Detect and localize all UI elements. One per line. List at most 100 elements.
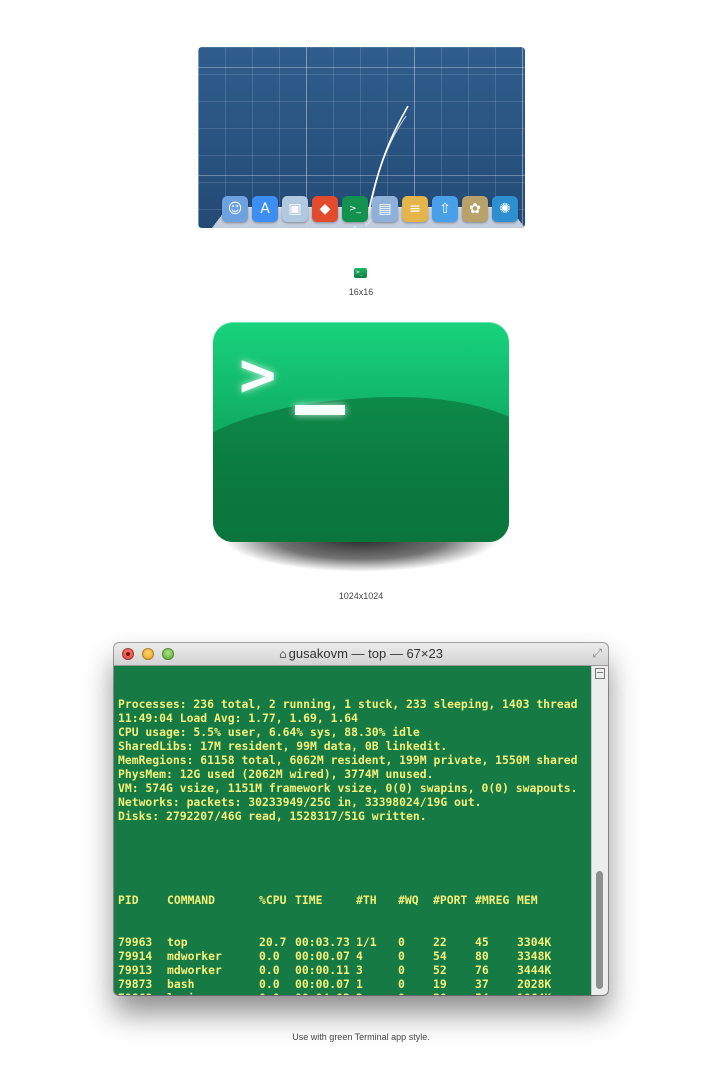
column-header: #TH	[356, 893, 377, 907]
column-header: MEM	[517, 893, 538, 907]
column-header: COMMAND	[167, 893, 216, 907]
summary-line: VM: 574G vsize, 1151M framework vsize, 0…	[118, 781, 578, 795]
process-cell: 4	[356, 949, 363, 963]
summary-line: CPU usage: 5.5% user, 6.64% sys, 88.30% …	[118, 725, 420, 739]
process-cell: 00:00.07	[295, 949, 350, 963]
small-icon-size-label: 16x16	[348, 287, 374, 297]
terminal-output[interactable]: Processes: 236 total, 2 running, 1 stuck…	[114, 666, 592, 995]
database-icon[interactable]: ≡	[402, 196, 428, 222]
process-cell: 0.0	[259, 949, 280, 963]
process-cell: login	[167, 991, 259, 995]
process-cell: 20.7	[259, 935, 287, 949]
process-row: 79963 top 20.7 00:03.73 1/1 0 22 45 3304K	[118, 935, 592, 949]
process-cell: 00:00.11	[295, 963, 350, 977]
scroll-thumb[interactable]	[596, 871, 603, 989]
process-cell: 79914	[118, 949, 153, 963]
process-cell: 19	[433, 977, 447, 991]
summary-line: PhysMem: 12G used (2062M wired), 3774M u…	[118, 767, 434, 781]
process-cell: 54	[475, 991, 517, 995]
sourcetree-icon[interactable]: ✺	[492, 196, 518, 222]
split-pane-icon[interactable]	[595, 668, 605, 679]
process-row: 79914 mdworker 0.0 00:00.07 4 0 54 80 3348K	[118, 949, 592, 963]
process-cell: 79868	[118, 991, 167, 995]
process-row: 79868login0.000:04.022030541064K	[118, 991, 592, 995]
process-cell: 1/1	[356, 935, 377, 949]
window-title: ⌂ gusakovm — top — 67×23	[114, 646, 608, 661]
process-cell: 00:00.07	[295, 977, 350, 991]
top-summary: Processes: 236 total, 2 running, 1 stuck…	[118, 697, 592, 823]
process-cell: 80	[475, 949, 489, 963]
colors-icon[interactable]: ✿	[462, 196, 488, 222]
app-store-icon[interactable]: A	[252, 196, 278, 222]
icon-lower-shade	[213, 397, 509, 542]
process-cell: 2028K	[517, 977, 552, 991]
process-cell: 3	[356, 963, 363, 977]
window-title-text: gusakovm — top — 67×23	[288, 646, 443, 661]
process-cell: 54	[433, 949, 447, 963]
prompt-cursor-icon	[295, 405, 345, 415]
process-cell: 79873	[118, 977, 153, 991]
dock-icon-row: ☺ A ▣ ◆ >_ ▤ ≡ ⇧ ✿ ✺	[222, 196, 518, 228]
system-info-icon[interactable]: ▤	[372, 196, 398, 222]
process-cell: 22	[433, 935, 447, 949]
process-table: 79963 top 20.7 00:03.73 1/1 0 22 45 3304K 79914 md…	[118, 935, 592, 995]
column-header: %CPU	[259, 893, 287, 907]
column-header: #WQ	[398, 893, 419, 907]
process-cell: 45	[475, 935, 489, 949]
process-cell: 00:03.73	[295, 935, 350, 949]
process-cell: mdworker	[167, 949, 222, 963]
process-cell: 0.0	[259, 991, 295, 995]
process-cell: 0.0	[259, 977, 280, 991]
column-header: TIME	[295, 893, 323, 907]
prompt-caret-icon: >	[239, 338, 277, 411]
title-bar[interactable]: ⌂ gusakovm — top — 67×23 ⤢	[114, 643, 608, 666]
column-header: PID	[118, 893, 139, 907]
terminal-icon[interactable]: >_	[342, 196, 368, 228]
column-header: #PORT	[433, 893, 468, 907]
summary-line: Processes: 236 total, 2 running, 1 stuck…	[118, 697, 578, 711]
process-cell: 0	[398, 977, 405, 991]
process-cell: 37	[475, 977, 489, 991]
running-indicator	[353, 226, 357, 228]
summary-line: Networks: packets: 30233949/25G in, 3339…	[118, 795, 482, 809]
process-cell: 0	[398, 963, 405, 977]
process-cell: 2	[356, 991, 398, 995]
home-folder-icon: ⌂	[279, 647, 287, 661]
summary-line: 11:49:04 Load Avg: 1.77, 1.69, 1.64	[118, 711, 359, 725]
process-cell: 79913	[118, 963, 153, 977]
fullscreen-icon[interactable]: ⤢	[592, 646, 602, 661]
process-cell: bash	[167, 977, 195, 991]
process-cell: top	[167, 935, 188, 949]
process-cell: 1064K	[517, 991, 557, 995]
terminal-large-icon: >	[213, 322, 509, 542]
process-cell: mdworker	[167, 963, 222, 977]
dock-preview-image: ☺ A ▣ ◆ >_ ▤ ≡ ⇧ ✿ ✺	[198, 47, 525, 228]
large-icon-size-label: 1024x1024	[338, 591, 384, 601]
process-cell: 76	[475, 963, 489, 977]
process-cell: 3304K	[517, 935, 552, 949]
footer-caption: Use with green Terminal app style.	[292, 1032, 430, 1042]
terminal-small-icon: >_	[354, 268, 367, 278]
process-cell: 0.0	[259, 963, 280, 977]
office-icon[interactable]: ◆	[312, 196, 338, 222]
process-row: 79873 bash 0.0 00:00.07 1 0 19 37 2028K	[118, 977, 592, 991]
process-cell: 00:04.02	[295, 991, 356, 995]
process-row: 79913 mdworker 0.0 00:00.11 3 0 52 76 3444K	[118, 963, 592, 977]
column-header: #MREG	[475, 893, 510, 907]
process-cell: 79963	[118, 935, 153, 949]
summary-line: MemRegions: 61158 total, 6062M resident,…	[118, 753, 578, 767]
process-table-header: PID COMMAND %CPU TIME #TH #WQ #PORT #MREG MEM	[118, 893, 592, 907]
process-cell: 0	[398, 991, 433, 995]
upload-icon[interactable]: ⇧	[432, 196, 458, 222]
preview-icon[interactable]: ▣	[282, 196, 308, 222]
process-cell: 3348K	[517, 949, 552, 963]
summary-line: Disks: 2792207/46G read, 1528317/51G wri…	[118, 809, 427, 823]
process-cell: 30	[433, 991, 475, 995]
process-cell: 0	[398, 935, 405, 949]
process-cell: 3444K	[517, 963, 552, 977]
process-cell: 52	[433, 963, 447, 977]
finder-icon[interactable]: ☺	[222, 196, 248, 222]
summary-line: SharedLibs: 17M resident, 99M data, 0B l…	[118, 739, 448, 753]
scrollbar[interactable]	[591, 666, 608, 995]
terminal-window: ⌂ gusakovm — top — 67×23 ⤢ Processes: 236…	[114, 643, 608, 995]
